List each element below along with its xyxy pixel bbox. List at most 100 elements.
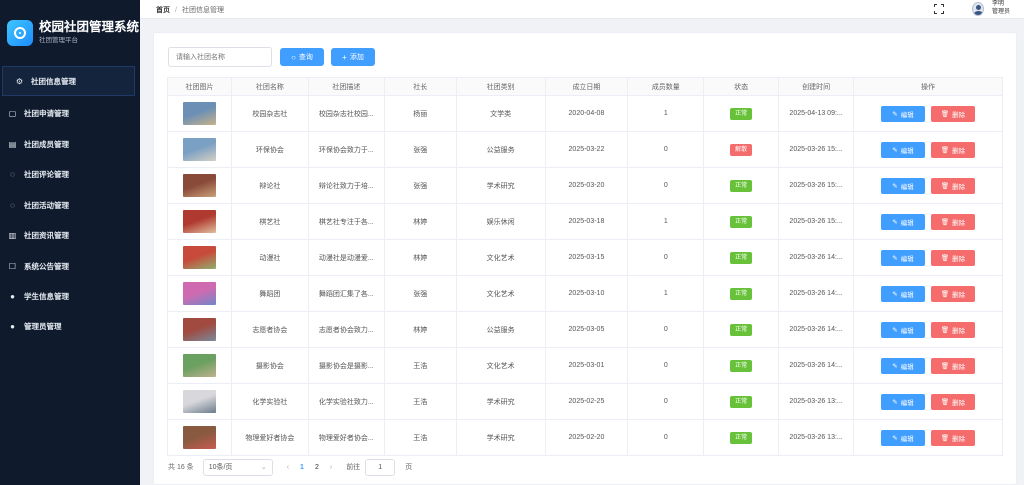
header: 首页 / 社团信息管理 李明 管理员 <box>140 0 1024 19</box>
sidebar-item-7[interactable]: ● 学生信息管理 <box>0 281 140 311</box>
delete-button[interactable]: 🗑 删除 <box>931 213 976 230</box>
column-header: 社团描述 <box>307 77 385 96</box>
delete-button[interactable]: 🗑 删除 <box>931 429 976 446</box>
sidebar-item-label: 社团申请管理 <box>24 108 69 118</box>
club-date: 2025-03-01 <box>544 347 629 384</box>
delete-button[interactable]: 🗑 删除 <box>931 105 976 122</box>
club-image <box>182 318 216 341</box>
delete-button[interactable]: 🗑 删除 <box>931 249 976 266</box>
club-members: 0 <box>627 131 705 168</box>
column-header: 成员数量 <box>627 77 705 96</box>
edit-button[interactable]: ✎ 编辑 <box>881 285 926 302</box>
edit-button[interactable]: ✎ 编辑 <box>881 249 926 266</box>
status-badge: 正常 <box>730 251 753 264</box>
club-leader: 王浩 <box>383 419 457 456</box>
table-header-row: 社团图片 社团名称 社团描述 社长 社团类别 成立日期 成员数量 状态 创建时间 操作 <box>167 77 1003 96</box>
club-image <box>182 282 216 305</box>
column-header: 社团图片 <box>167 77 232 96</box>
breadcrumb-separator: / <box>175 7 177 14</box>
edit-button[interactable]: ✎ 编辑 <box>881 141 926 158</box>
created-time: 2025-03-26 14:... <box>778 347 855 384</box>
chat-bubble-icon: ◌ <box>10 169 15 179</box>
gear-icon: ⚙ <box>15 76 24 86</box>
club-category: 学术研究 <box>455 167 546 204</box>
trash-icon: 🗑 <box>940 218 950 226</box>
table-row: 摄影协会 摄影协会是摄影... 王浩 文化艺术 2025-03-01 0 正常 2025-03… <box>167 347 1003 384</box>
search-icon: ○ <box>291 52 296 62</box>
edit-button[interactable]: ✎ 编辑 <box>881 429 926 446</box>
club-members: 1 <box>627 275 705 312</box>
edit-button[interactable]: ✎ 编辑 <box>881 177 926 194</box>
edit-icon: ✎ <box>892 362 898 370</box>
prev-page-button[interactable]: ‹ <box>287 464 289 471</box>
user-info[interactable]: 李明 管理员 <box>992 1 1010 16</box>
delete-button[interactable]: 🗑 删除 <box>931 321 976 338</box>
column-header: 社团类别 <box>455 77 546 96</box>
page-1-button[interactable]: 1 <box>300 464 304 471</box>
page-2-button[interactable]: 2 <box>315 464 319 471</box>
created-time: 2025-03-26 15:... <box>778 167 855 204</box>
chat-bubble-icon: ◌ <box>10 200 15 210</box>
club-members: 0 <box>627 383 705 420</box>
club-category: 文化艺术 <box>455 275 546 312</box>
delete-button[interactable]: 🗑 删除 <box>931 141 976 158</box>
sidebar-item-4[interactable]: ◌ 社团活动管理 <box>0 190 140 220</box>
club-category: 学术研究 <box>455 383 546 420</box>
status-badge: 正常 <box>730 359 753 372</box>
delete-button[interactable]: 🗑 删除 <box>931 393 976 410</box>
club-table: 社团图片 社团名称 社团描述 社长 社团类别 成立日期 成员数量 状态 创建时间 操作 校园杂志社… <box>167 77 1003 456</box>
club-category: 文学类 <box>455 95 546 132</box>
edit-button[interactable]: ✎ 编辑 <box>881 321 926 338</box>
club-image <box>182 210 216 233</box>
edit-icon: ✎ <box>892 290 898 298</box>
club-category: 文化艺术 <box>455 239 546 276</box>
sidebar-item-2[interactable]: ▤ 社团成员管理 <box>0 129 140 159</box>
club-name: 环保协会 <box>230 131 309 168</box>
created-time: 2025-03-26 15:... <box>778 131 855 168</box>
breadcrumb-home[interactable]: 首页 <box>156 7 170 14</box>
club-leader: 林婷 <box>383 311 457 348</box>
club-members: 0 <box>627 347 705 384</box>
club-desc: 志愿者协会致力... <box>307 311 385 348</box>
fullscreen-icon[interactable] <box>934 4 944 14</box>
sidebar-item-1[interactable]: ▢ 社团申请管理 <box>0 98 140 128</box>
page-size-select[interactable]: 10条/页 ⌄ <box>202 458 273 476</box>
column-header: 创建时间 <box>778 77 855 96</box>
add-button[interactable]: + 添加 <box>331 48 375 66</box>
search-button[interactable]: ○ 查询 <box>280 48 324 66</box>
user-icon: ● <box>10 291 15 301</box>
status-badge: 正常 <box>730 287 753 300</box>
sidebar-item-8[interactable]: ● 管理员管理 <box>0 311 140 341</box>
club-image <box>182 174 216 197</box>
next-page-button[interactable]: › <box>330 464 332 471</box>
avatar[interactable] <box>972 2 984 16</box>
delete-button[interactable]: 🗑 删除 <box>931 177 976 194</box>
table-row: 辩论社 辩论社致力于培... 张强 学术研究 2025-03-20 0 正常 2025-03-… <box>167 167 1003 204</box>
notebook-icon: ▤ <box>8 139 17 149</box>
club-name-search-input[interactable] <box>168 47 272 67</box>
status-badge: 正常 <box>730 179 753 192</box>
column-header: 社团名称 <box>230 77 309 96</box>
edit-icon: ✎ <box>892 146 898 154</box>
sidebar-item-0[interactable]: ⚙ 社团信息管理 <box>2 66 135 96</box>
edit-button[interactable]: ✎ 编辑 <box>881 213 926 230</box>
sidebar-item-5[interactable]: ▥ 社团资讯管理 <box>0 220 140 250</box>
goto-page-input[interactable]: 1 <box>365 458 396 476</box>
tickets-icon: ▥ <box>8 230 17 240</box>
breadcrumb-current: 社团信息管理 <box>181 7 224 14</box>
edit-icon: ✎ <box>892 434 898 442</box>
delete-button[interactable]: 🗑 删除 <box>931 357 976 374</box>
edit-note-icon: ☐ <box>8 261 17 271</box>
edit-button[interactable]: ✎ 编辑 <box>881 393 926 410</box>
plus-icon: + <box>342 52 347 62</box>
sidebar-item-label: 管理员管理 <box>24 321 62 331</box>
delete-button[interactable]: 🗑 删除 <box>931 285 976 302</box>
club-date: 2025-03-15 <box>544 239 629 276</box>
sidebar-item-3[interactable]: ◌ 社团评论管理 <box>0 159 140 189</box>
sidebar-item-6[interactable]: ☐ 系统公告管理 <box>0 251 140 281</box>
club-category: 娱乐休闲 <box>455 203 546 240</box>
edit-button[interactable]: ✎ 编辑 <box>881 105 926 122</box>
club-date: 2020-04-08 <box>544 95 629 132</box>
edit-button[interactable]: ✎ 编辑 <box>881 357 926 374</box>
club-leader: 张强 <box>383 167 457 204</box>
